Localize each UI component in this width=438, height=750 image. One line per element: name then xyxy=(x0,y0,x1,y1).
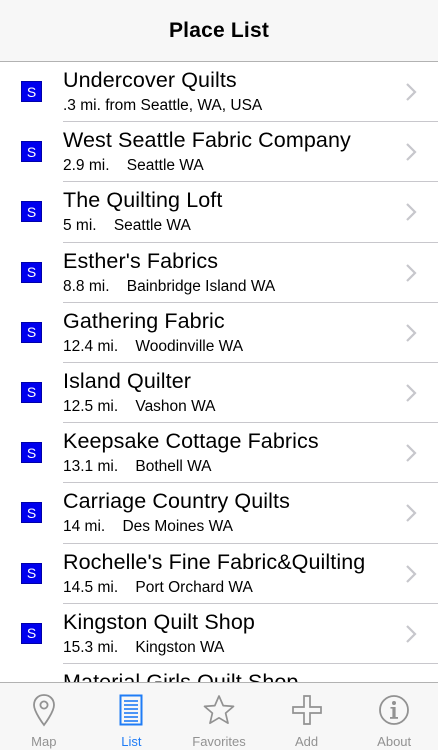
chevron-right-icon xyxy=(404,142,418,162)
list-item[interactable]: S Gathering Fabric 12.4 mi. Woodinville … xyxy=(0,303,438,364)
place-distance: 12.5 mi. xyxy=(63,397,119,415)
tab-label: Map xyxy=(31,734,57,749)
tab-bar: Map List Favorites Add About xyxy=(0,682,438,750)
place-detail: 15.3 mi. Kingston WA xyxy=(63,639,224,657)
place-name: Carriage Country Quilts xyxy=(63,489,290,514)
chevron-right-icon xyxy=(404,82,418,102)
star-icon xyxy=(203,693,235,727)
place-location: Seattle WA xyxy=(113,217,191,235)
tab-favorites[interactable]: Favorites xyxy=(175,683,263,750)
shop-badge-icon: S xyxy=(21,562,42,584)
place-location: Port Orchard WA xyxy=(135,578,253,596)
map-pin-icon xyxy=(32,693,56,727)
shop-badge-icon: S xyxy=(21,81,42,102)
shop-badge-icon: S xyxy=(21,321,42,343)
list-item[interactable]: S Island Quilter 12.5 mi. Vashon WA xyxy=(0,363,438,424)
place-location: Kingston WA xyxy=(135,638,225,656)
place-name: Rochelle's Fine Fabric&Quilting xyxy=(63,549,366,574)
tab-list[interactable]: List xyxy=(88,683,176,750)
info-icon xyxy=(378,693,410,727)
shop-badge-icon: S xyxy=(21,141,42,163)
tab-label: Add xyxy=(295,734,319,749)
place-distance: 14 mi. xyxy=(63,518,106,536)
navigation-bar: Place List xyxy=(0,0,438,62)
list-item[interactable]: S Rochelle's Fine Fabric&Quilting 14.5 m… xyxy=(0,544,438,604)
list-icon xyxy=(119,693,143,727)
shop-badge-icon: S xyxy=(21,622,42,644)
place-name: Esther's Fabrics xyxy=(63,248,219,273)
shop-badge-icon: S xyxy=(21,261,42,283)
tab-about[interactable]: About xyxy=(350,683,438,750)
chevron-right-icon xyxy=(404,564,418,584)
chevron-right-icon xyxy=(404,624,418,644)
tab-label: About xyxy=(377,734,412,749)
place-location: Bothell WA xyxy=(135,458,212,476)
tab-label: List xyxy=(121,734,142,749)
place-detail: 12.4 mi. Woodinville WA xyxy=(63,338,243,356)
plus-icon xyxy=(291,693,323,727)
place-name: The Quilting Loft xyxy=(63,188,223,213)
chevron-right-icon xyxy=(404,443,418,463)
shop-badge-icon: S xyxy=(21,442,42,464)
place-distance: 5 mi. xyxy=(63,217,97,235)
chevron-right-icon xyxy=(404,323,418,343)
list-item[interactable]: S Keepsake Cottage Fabrics 13.1 mi. Both… xyxy=(0,423,438,484)
place-location: Woodinville WA xyxy=(135,337,244,355)
place-distance: 13.1 mi. xyxy=(63,458,119,476)
place-distance: 15.3 mi. xyxy=(63,638,119,656)
place-detail: 13.1 mi. Bothell WA xyxy=(63,458,211,476)
list-item[interactable]: S West Seattle Fabric Company 2.9 mi. Se… xyxy=(0,122,438,183)
chevron-right-icon xyxy=(404,202,418,222)
list-item[interactable]: S Kingston Quilt Shop 15.3 mi. Kingston … xyxy=(0,604,438,665)
place-location: Seattle WA xyxy=(126,157,204,175)
place-location: Des Moines WA xyxy=(122,518,233,536)
tab-add[interactable]: Add xyxy=(263,683,351,750)
list-item[interactable]: S The Quilting Loft 5 mi. Seattle WA xyxy=(0,182,438,243)
list-item[interactable]: S Undercover Quilts .3 mi. from Seattle,… xyxy=(0,62,438,123)
place-distance: 8.8 mi. xyxy=(63,277,110,295)
place-detail: 5 mi. Seattle WA xyxy=(63,217,191,235)
chevron-right-icon xyxy=(404,383,418,403)
place-name: Island Quilter xyxy=(63,368,192,393)
shop-badge-icon: S xyxy=(21,502,42,524)
tab-map[interactable]: Map xyxy=(0,683,88,750)
list-item[interactable]: Material Girls Quilt Shop xyxy=(0,664,438,682)
place-name: West Seattle Fabric Company xyxy=(63,128,351,153)
list-item[interactable]: S Esther's Fabrics 8.8 mi. Bainbridge Is… xyxy=(0,243,438,303)
place-name: Undercover Quilts xyxy=(63,68,237,92)
place-detail: 12.5 mi. Vashon WA xyxy=(63,398,216,416)
place-distance: 2.9 mi. xyxy=(63,157,110,175)
place-distance: 12.4 mi. xyxy=(63,337,119,355)
place-detail: 2.9 mi. Seattle WA xyxy=(63,157,204,175)
tab-label: Favorites xyxy=(192,734,246,749)
place-location: Vashon WA xyxy=(135,397,216,415)
place-location: Bainbridge Island WA xyxy=(126,277,276,295)
place-name: Material Girls Quilt Shop xyxy=(63,669,299,682)
place-distance: 14.5 mi. xyxy=(63,578,119,596)
place-distance: .3 mi. from Seattle, WA, USA xyxy=(63,97,263,114)
place-name: Gathering Fabric xyxy=(63,308,225,333)
place-name: Kingston Quilt Shop xyxy=(63,609,255,634)
place-detail: 14.5 mi. Port Orchard WA xyxy=(63,579,253,597)
place-list[interactable]: S Undercover Quilts .3 mi. from Seattle,… xyxy=(0,62,438,682)
place-detail: .3 mi. from Seattle, WA, USA xyxy=(63,97,262,115)
shop-badge-icon: S xyxy=(21,201,42,223)
list-item[interactable]: S Carriage Country Quilts 14 mi. Des Moi… xyxy=(0,483,438,544)
page-title: Place List xyxy=(168,18,270,42)
place-name: Keepsake Cottage Fabrics xyxy=(63,429,319,454)
chevron-right-icon xyxy=(404,263,418,283)
place-detail: 14 mi. Des Moines WA xyxy=(63,518,233,536)
chevron-right-icon xyxy=(404,503,418,523)
shop-badge-icon: S xyxy=(21,381,42,403)
place-detail: 8.8 mi. Bainbridge Island WA xyxy=(63,278,275,296)
